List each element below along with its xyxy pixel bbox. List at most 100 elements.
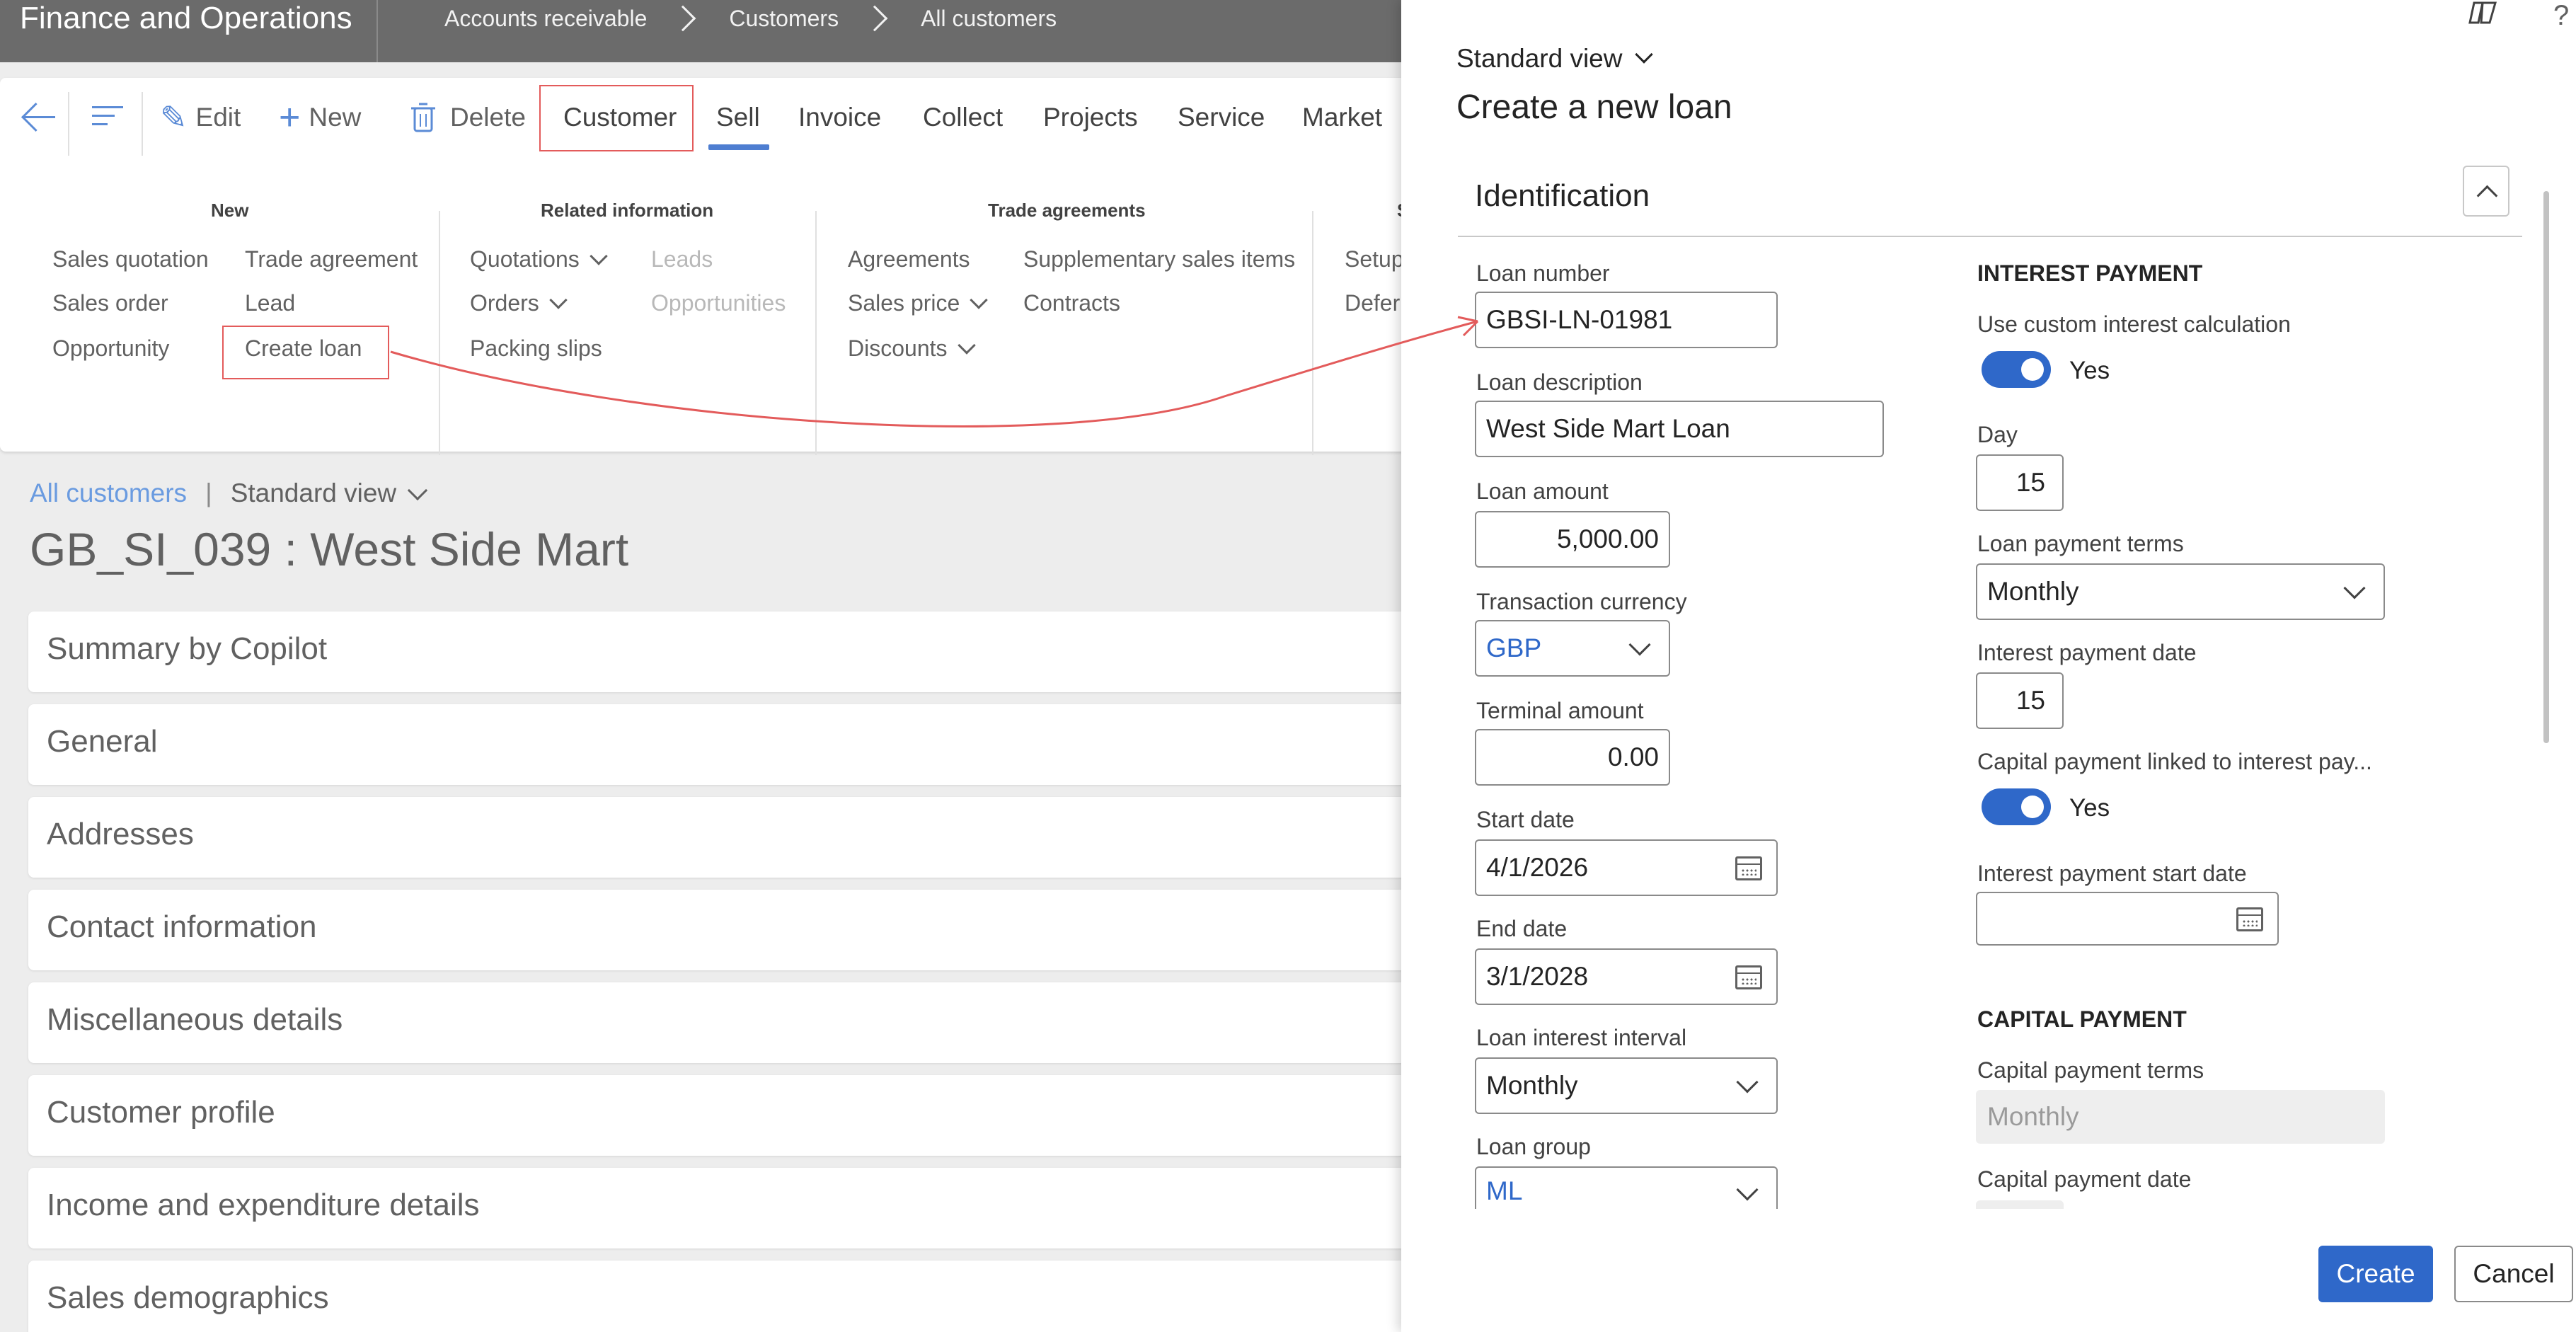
quotations-menu[interactable]: Quotations (470, 246, 608, 272)
tab-invoice[interactable]: Invoice (798, 96, 881, 139)
panel-view-selector[interactable]: Standard view (1456, 44, 1654, 74)
app-title[interactable]: Finance and Operations (20, 1, 352, 35)
custom-interest-toggle[interactable] (1982, 351, 2051, 388)
back-arrow-icon[interactable] (23, 102, 58, 133)
day-input[interactable]: 15 (1976, 454, 2064, 511)
setup-link[interactable]: Setup (1345, 246, 1404, 272)
fasttab-income-and-expenditure-details[interactable]: Income and expenditure details (28, 1168, 1415, 1248)
breadcrumb: Accounts receivable Customers All custom… (444, 0, 1057, 37)
breadcrumb-separator: | (205, 478, 212, 507)
group-divider (815, 211, 817, 455)
orders-menu[interactable]: Orders (470, 290, 568, 316)
group-divider (439, 211, 440, 455)
group-divider (1312, 211, 1313, 455)
sales-price-menu[interactable]: Sales price (848, 290, 989, 316)
breadcrumb-accounts-receivable[interactable]: Accounts receivable (444, 6, 647, 32)
loan-interest-interval-select[interactable]: Monthly (1475, 1057, 1778, 1114)
sales-price-label: Sales price (848, 290, 960, 316)
terminal-amount-label: Terminal amount (1476, 698, 1644, 723)
tab-collect[interactable]: Collect (923, 96, 1003, 139)
loan-description-input[interactable]: West Side Mart Loan (1475, 401, 1884, 457)
interest-payment-date-input[interactable]: 15 (1976, 672, 2064, 729)
interest-start-date-input[interactable] (1976, 892, 2279, 946)
trade-agreement-link[interactable]: Trade agreement (245, 246, 418, 272)
chevron-right-icon (861, 5, 888, 32)
fasttab-customer-profile[interactable]: Customer profile (28, 1075, 1415, 1156)
breadcrumb-customers[interactable]: Customers (729, 6, 839, 32)
tab-projects[interactable]: Projects (1043, 96, 1138, 139)
contracts-link[interactable]: Contracts (1023, 290, 1120, 316)
calendar-icon[interactable] (1735, 965, 1762, 989)
calendar-icon[interactable] (1735, 856, 1762, 880)
annotation-box-create-loan (222, 326, 389, 379)
panel-scrollbar[interactable] (2543, 191, 2549, 743)
calendar-icon[interactable] (2236, 907, 2263, 931)
tab-sell[interactable]: Sell (716, 96, 760, 139)
breadcrumb-all-customers[interactable]: All customers (921, 6, 1057, 32)
fasttab-summary-by-copilot[interactable]: Summary by Copilot (28, 612, 1415, 692)
chevron-down-icon (1736, 1071, 1759, 1093)
start-date-label: Start date (1476, 807, 1575, 832)
chevron-down-icon (1628, 633, 1651, 656)
opportunities-link: Opportunities (651, 290, 786, 316)
capital-linked-toggle[interactable] (1982, 788, 2051, 825)
tab-service[interactable]: Service (1178, 96, 1265, 139)
start-date-input[interactable]: 4/1/2026 (1475, 839, 1778, 896)
tab-market[interactable]: Market (1302, 96, 1382, 139)
interest-start-date-label: Interest payment start date (1977, 861, 2247, 886)
end-date-input[interactable]: 3/1/2028 (1475, 948, 1778, 1005)
action-pane: ✎ Edit + New Delete Customer Sell Invoic… (0, 78, 1415, 455)
copilot-icon[interactable] (2468, 0, 2497, 25)
loan-payment-terms-select[interactable]: Monthly (1976, 563, 2385, 620)
sales-quotation-link[interactable]: Sales quotation (52, 246, 209, 272)
start-date-value: 4/1/2026 (1486, 853, 1589, 882)
help-icon[interactable]: ? (2553, 0, 2569, 32)
edit-button[interactable]: ✎ Edit (160, 96, 241, 139)
discounts-menu[interactable]: Discounts (848, 335, 976, 362)
capital-linked-label: Capital payment linked to interest pay..… (1977, 749, 2372, 774)
delete-label: Delete (450, 103, 526, 132)
view-name: Standard view (230, 478, 397, 507)
panel-title: Create a new loan (1456, 88, 1732, 126)
all-customers-link[interactable]: All customers (30, 478, 187, 508)
custom-interest-label: Use custom interest calculation (1977, 311, 2291, 337)
new-button[interactable]: + New (279, 96, 361, 139)
chevron-down-icon (957, 336, 976, 355)
terminal-amount-input[interactable]: 0.00 (1475, 729, 1670, 786)
discounts-label: Discounts (848, 335, 948, 361)
agreements-link[interactable]: Agreements (848, 246, 970, 272)
view-selector[interactable]: Standard view (230, 478, 428, 508)
menu-lines-icon[interactable] (92, 103, 123, 129)
fasttab-sales-demographics[interactable]: Sales demographics (28, 1261, 1415, 1332)
loan-amount-input[interactable]: 5,000.00 (1475, 511, 1670, 568)
loan-group-select[interactable]: ML (1475, 1166, 1778, 1209)
pencil-icon: ✎ (160, 99, 188, 136)
fasttab-label: Summary by Copilot (47, 631, 328, 666)
record-title: GB_SI_039 : West Side Mart (30, 523, 629, 575)
end-date-label: End date (1476, 916, 1568, 941)
defer-link[interactable]: Defer (1345, 290, 1400, 316)
loan-interest-interval-value: Monthly (1486, 1071, 1578, 1100)
group-title-new: New (211, 200, 249, 221)
fasttab-miscellaneous-details[interactable]: Miscellaneous details (28, 982, 1415, 1063)
packing-slips-link[interactable]: Packing slips (470, 335, 602, 362)
opportunity-link[interactable]: Opportunity (52, 335, 169, 362)
toolbar-divider (68, 92, 69, 156)
fasttab-addresses[interactable]: Addresses (28, 797, 1415, 878)
sales-order-link[interactable]: Sales order (52, 290, 168, 316)
transaction-currency-select[interactable]: GBP (1475, 620, 1670, 677)
cancel-button[interactable]: Cancel (2454, 1246, 2573, 1302)
create-button[interactable]: Create (2318, 1246, 2433, 1302)
plus-icon: + (279, 97, 301, 138)
supplementary-sales-items-link[interactable]: Supplementary sales items (1023, 246, 1295, 272)
delete-button[interactable]: Delete (409, 96, 526, 139)
fasttab-contact-information[interactable]: Contact information (28, 890, 1415, 970)
collapse-section-button[interactable] (2463, 166, 2509, 217)
lead-link[interactable]: Lead (245, 290, 295, 316)
loan-number-input[interactable]: GBSI-LN-01981 (1475, 292, 1778, 348)
edit-label: Edit (195, 103, 241, 132)
fasttab-label: Miscellaneous details (47, 1002, 343, 1037)
custom-interest-value: Yes (2069, 357, 2110, 384)
fasttab-general[interactable]: General (28, 704, 1415, 785)
chevron-down-icon (408, 480, 428, 501)
